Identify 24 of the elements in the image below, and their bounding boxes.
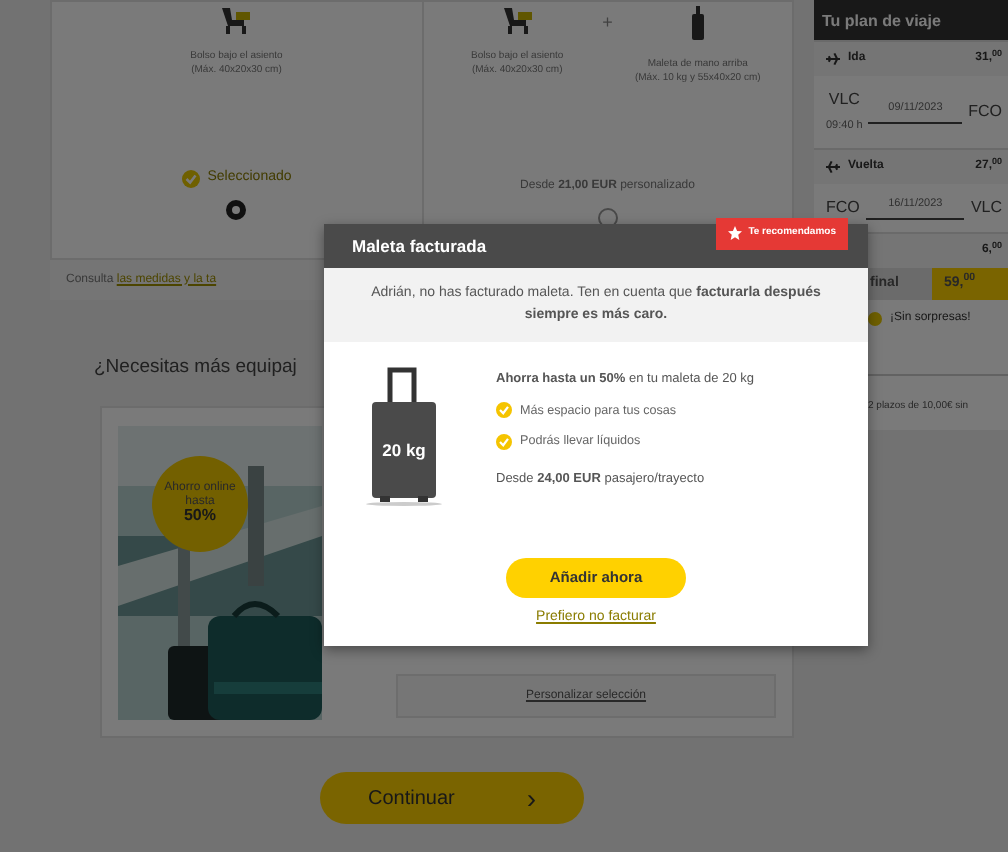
bag-under-seat-icon xyxy=(218,6,255,34)
trolley-bag-icon xyxy=(689,6,706,42)
airport-code: VLC xyxy=(970,196,1002,220)
section-heading: ¿Necesitas más equipaj xyxy=(94,354,297,382)
airport-code: FCO xyxy=(968,100,1002,124)
check-icon xyxy=(181,169,200,187)
panel-title: Tu plan de viaje xyxy=(814,0,1008,40)
airport-code: FCO xyxy=(826,196,860,220)
airport-code: VLC xyxy=(826,88,862,112)
check-icon xyxy=(496,402,512,419)
chevron-icon: › xyxy=(526,777,536,820)
star-icon xyxy=(728,226,743,241)
radio-button[interactable] xyxy=(226,200,247,220)
route-line xyxy=(868,121,963,124)
weight-label: 20 kg xyxy=(380,438,428,464)
check-icon xyxy=(496,433,512,450)
promo-value: 50% xyxy=(183,508,216,527)
plane-icon xyxy=(826,52,840,66)
suitcase-icon xyxy=(364,362,444,506)
continue-button[interactable]: Continuar › xyxy=(320,772,584,825)
route-line xyxy=(865,217,965,220)
plane-icon xyxy=(826,160,840,174)
bag-under-seat-icon xyxy=(499,6,536,34)
plus-sign: + xyxy=(602,10,613,36)
